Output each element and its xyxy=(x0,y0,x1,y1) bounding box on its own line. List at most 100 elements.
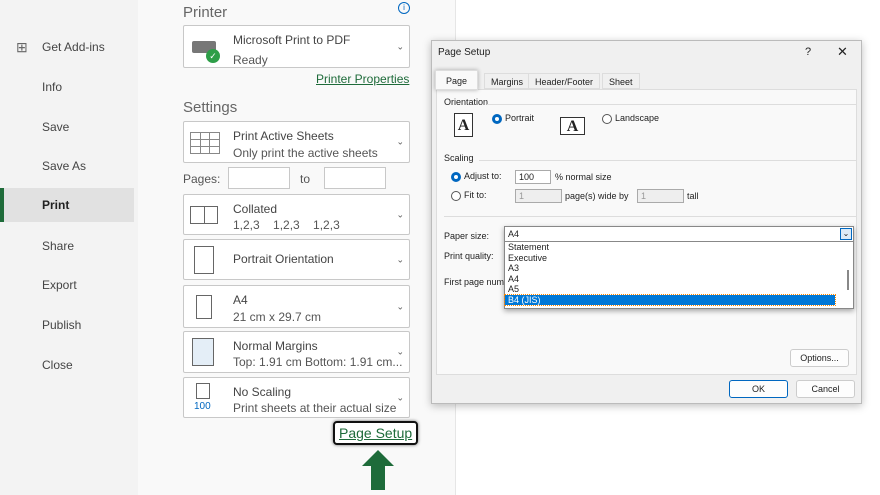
fit-wide-input[interactable]: 1 xyxy=(515,189,562,203)
nav-get-add-ins[interactable]: ⊞ Get Add-ins xyxy=(0,30,134,64)
chevron-down-icon: ⌄ xyxy=(396,41,404,51)
chevron-down-icon: ⌄ xyxy=(396,392,404,402)
scrollbar-thumb[interactable] xyxy=(847,270,849,290)
print-what-title: Print Active Sheets xyxy=(233,129,334,143)
backstage-sidebar: ⊞ Get Add-ins Info Save Save As Print Sha… xyxy=(0,0,138,495)
pages-to-label: to xyxy=(300,172,311,186)
adjust-to-label: Adjust to: xyxy=(464,171,502,181)
cancel-button[interactable]: Cancel xyxy=(796,380,855,398)
tab-margins[interactable]: Margins xyxy=(484,73,531,89)
tab-page[interactable]: Page xyxy=(435,70,479,90)
fit-tall-input[interactable]: 1 xyxy=(637,189,684,203)
arrow-shaft xyxy=(371,466,385,490)
paper-size-select[interactable]: A4 21 cm x 29.7 cm ⌄ xyxy=(183,285,410,328)
wide-by-label: page(s) wide by xyxy=(565,191,629,201)
scaling-sub: Print sheets at their actual size xyxy=(233,401,397,415)
ok-button[interactable]: OK xyxy=(729,380,788,398)
nav-info[interactable]: Info xyxy=(0,70,134,104)
options-button[interactable]: Options... xyxy=(790,349,849,367)
paper-sub: 21 cm x 29.7 cm xyxy=(233,310,322,324)
add-ins-icon: ⊞ xyxy=(16,39,28,55)
orientation-label: Orientation xyxy=(444,97,489,107)
paper-size-label: Paper size: xyxy=(444,231,490,241)
nav-close[interactable]: Close xyxy=(0,348,134,382)
printer-icon: ✓ xyxy=(190,33,220,63)
margins-title: Normal Margins xyxy=(233,339,318,353)
printer-properties-link[interactable]: Printer Properties xyxy=(316,72,409,86)
scaling-icon-text: 100 xyxy=(194,401,211,412)
tall-label: tall xyxy=(687,191,699,201)
margins-icon xyxy=(192,338,214,366)
nav-publish[interactable]: Publish xyxy=(0,308,134,342)
paper-size-list: Statement Executive A3 A4 A5 B4 (JIS) xyxy=(504,242,853,306)
chevron-down-icon: ⌄ xyxy=(396,254,404,264)
paper-option[interactable]: A3 xyxy=(505,263,853,274)
orientation-title: Portrait Orientation xyxy=(233,252,334,266)
chevron-down-icon[interactable]: ⌄ xyxy=(840,228,852,240)
chevron-down-icon: ⌄ xyxy=(396,301,404,311)
paper-option[interactable]: A4 xyxy=(505,274,853,285)
tab-sheet[interactable]: Sheet xyxy=(602,73,640,89)
page-setup-dialog: Page Setup ? ✕ Page Margins Header/Foote… xyxy=(431,40,862,404)
portrait-icon: A xyxy=(454,113,473,137)
printer-select[interactable]: ✓ Microsoft Print to PDF Ready ⌄ xyxy=(183,25,410,68)
collated-icon xyxy=(190,206,218,224)
nav-print[interactable]: Print xyxy=(0,188,134,222)
orientation-select[interactable]: Portrait Orientation ⌄ xyxy=(183,239,410,280)
paper-size-combobox[interactable]: A4 ⌄ Statement Executive A3 A4 A5 B4 (JIS) xyxy=(504,226,854,309)
collation-title: Collated xyxy=(233,202,278,216)
arrow-up-icon xyxy=(362,450,394,466)
pages-from-input[interactable] xyxy=(228,167,290,189)
close-button[interactable]: ✕ xyxy=(837,44,848,60)
margins-select[interactable]: Normal Margins Top: 1.91 cm Bottom: 1.91… xyxy=(183,331,410,373)
dialog-title: Page Setup xyxy=(438,47,491,58)
scaling-label: Scaling xyxy=(444,153,474,163)
first-page-label: First page num xyxy=(444,277,505,287)
nav-save-as[interactable]: Save As xyxy=(0,149,134,183)
fit-to-radio[interactable]: Fit to: xyxy=(451,190,487,201)
no-scaling-icon xyxy=(196,383,210,399)
page-setup-link[interactable]: Page Setup xyxy=(333,421,419,445)
nav-label: Get Add-ins xyxy=(42,40,105,54)
print-what-sub: Only print the active sheets xyxy=(233,146,378,160)
help-button[interactable]: ? xyxy=(805,46,811,58)
adjust-to-radio[interactable]: Adjust to: xyxy=(451,171,502,182)
portrait-radio[interactable]: Portrait xyxy=(492,113,534,124)
normal-size-label: % normal size xyxy=(555,172,612,182)
tab-header-footer[interactable]: Header/Footer xyxy=(528,73,601,89)
print-what-select[interactable]: Print Active Sheets Only print the activ… xyxy=(183,121,410,163)
collation-sub: 1,2,3 1,2,3 1,2,3 xyxy=(233,218,340,232)
chevron-down-icon: ⌄ xyxy=(396,346,404,357)
pages-to-input[interactable] xyxy=(324,167,386,189)
printer-heading: Printer xyxy=(183,4,228,21)
pages-label: Pages: xyxy=(183,172,221,186)
paper-option[interactable]: B4 (JIS) xyxy=(504,293,836,306)
paper-icon xyxy=(196,295,212,319)
portrait-label: Portrait xyxy=(505,113,535,123)
landscape-icon: A xyxy=(560,117,585,135)
collation-select[interactable]: Collated 1,2,3 1,2,3 1,2,3 ⌄ xyxy=(183,194,410,235)
margins-sub: Top: 1.91 cm Bottom: 1.91 cm... xyxy=(233,355,403,369)
sheets-icon xyxy=(190,132,220,154)
landscape-radio[interactable]: Landscape xyxy=(602,113,659,124)
paper-option[interactable]: Statement xyxy=(505,242,853,253)
paper-size-value: A4 xyxy=(505,227,853,242)
portrait-page-icon xyxy=(194,246,214,274)
nav-save[interactable]: Save xyxy=(0,110,134,144)
landscape-label: Landscape xyxy=(615,113,660,123)
chevron-down-icon: ⌄ xyxy=(396,136,404,147)
nav-share[interactable]: Share xyxy=(0,229,134,263)
paper-option[interactable]: Executive xyxy=(505,253,853,264)
info-icon[interactable]: i xyxy=(398,2,410,14)
paper-title: A4 xyxy=(233,293,248,307)
scaling-select[interactable]: 100 No Scaling Print sheets at their act… xyxy=(183,377,410,418)
settings-heading: Settings xyxy=(183,99,238,116)
printer-name: Microsoft Print to PDF xyxy=(233,33,351,47)
page-tab-panel: Orientation A Portrait A Landscape Scali… xyxy=(436,89,857,375)
paper-option[interactable]: A5 xyxy=(505,284,853,295)
print-quality-label: Print quality: xyxy=(444,251,494,261)
fit-to-label: Fit to: xyxy=(464,190,487,200)
adjust-input[interactable]: 100 xyxy=(515,170,551,184)
nav-export[interactable]: Export xyxy=(0,268,134,302)
chevron-down-icon: ⌄ xyxy=(396,209,404,219)
